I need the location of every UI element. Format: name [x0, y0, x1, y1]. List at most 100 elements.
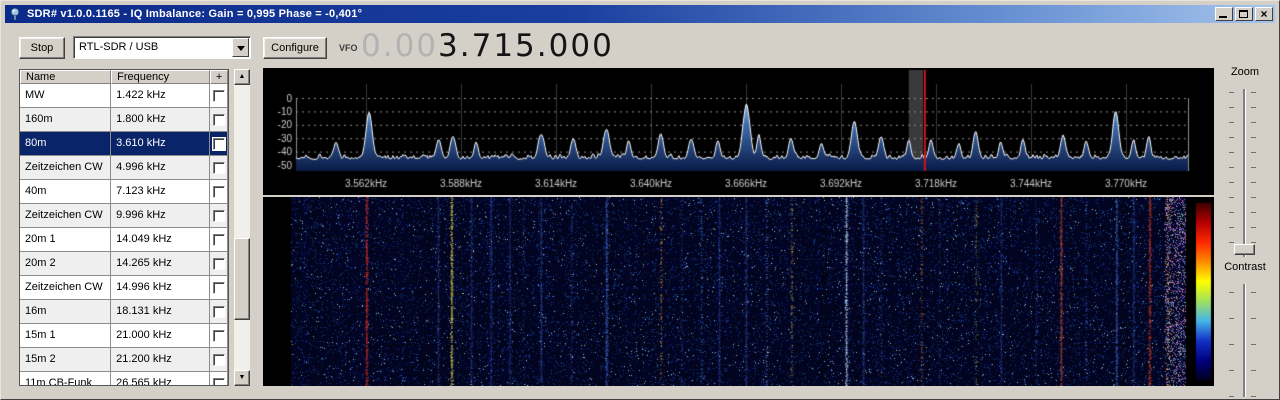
close-button[interactable]: × [1255, 7, 1273, 21]
slider-tick [1229, 370, 1234, 371]
row-checkbox-cell[interactable] [210, 132, 228, 156]
maximize-button[interactable] [1235, 7, 1253, 21]
table-row[interactable]: MW 1.422 kHz [20, 84, 228, 108]
row-name-cell[interactable]: 11m CB-Funk [20, 372, 112, 385]
row-frequency-cell[interactable]: 18.131 kHz [111, 300, 211, 324]
window-title: SDR# v1.0.0.1165 - IQ Imbalance: Gain = … [27, 8, 363, 20]
row-checkbox[interactable] [212, 281, 225, 294]
table-row[interactable]: 16m 18.131 kHz [20, 300, 228, 324]
slider-tick [1251, 318, 1256, 319]
row-name-cell[interactable]: 40m [20, 180, 112, 204]
row-name-cell[interactable]: 80m [20, 132, 112, 156]
row-name-cell[interactable]: 15m 1 [20, 324, 112, 348]
title-bar[interactable]: SDR# v1.0.0.1165 - IQ Imbalance: Gain = … [5, 5, 1275, 23]
table-row[interactable]: 20m 2 14.265 kHz [20, 252, 228, 276]
slider-tick [1229, 396, 1234, 397]
row-frequency-cell[interactable]: 1.800 kHz [111, 108, 211, 132]
slider-tick [1251, 107, 1256, 108]
row-frequency-cell[interactable]: 9.996 kHz [111, 204, 211, 228]
row-checkbox-cell[interactable] [210, 276, 228, 300]
row-frequency-cell[interactable]: 26.565 kHz [111, 372, 211, 385]
row-checkbox-cell[interactable] [210, 156, 228, 180]
zoom-slider-thumb[interactable] [1234, 244, 1255, 255]
row-checkbox-cell[interactable] [210, 300, 228, 324]
vfo-frequency-leading-zeros[interactable]: 0.00 [361, 28, 438, 64]
row-checkbox-cell[interactable] [210, 252, 228, 276]
row-checkbox-cell[interactable] [210, 324, 228, 348]
scroll-down-button[interactable]: ▼ [234, 370, 250, 386]
table-row[interactable]: Zeitzeichen CW 9.996 kHz [20, 204, 228, 228]
row-name-cell[interactable]: 15m 2 [20, 348, 112, 372]
row-name-cell[interactable]: 160m [20, 108, 112, 132]
row-name-cell[interactable]: Zeitzeichen CW [20, 276, 112, 300]
column-header-frequency[interactable]: Frequency [111, 70, 211, 84]
row-frequency-cell[interactable]: 4.996 kHz [111, 156, 211, 180]
row-frequency-cell[interactable]: 3.610 kHz [111, 132, 211, 156]
row-name-cell[interactable]: 16m [20, 300, 112, 324]
row-name-cell[interactable]: 20m 1 [20, 228, 112, 252]
table-row[interactable]: 80m 3.610 kHz [20, 132, 228, 156]
row-checkbox[interactable] [212, 233, 225, 246]
scroll-up-button[interactable]: ▲ [234, 69, 250, 85]
row-checkbox-cell[interactable] [210, 204, 228, 228]
row-name-cell[interactable]: Zeitzeichen CW [20, 156, 112, 180]
row-checkbox[interactable] [212, 89, 225, 102]
row-checkbox-cell[interactable] [210, 228, 228, 252]
table-row[interactable]: Zeitzeichen CW 4.996 kHz [20, 156, 228, 180]
minimize-button[interactable] [1215, 7, 1233, 21]
row-checkbox[interactable] [212, 257, 225, 270]
table-row[interactable]: 15m 2 21.200 kHz [20, 348, 228, 372]
device-select-arrow-button[interactable] [232, 38, 249, 57]
column-header-name[interactable]: Name [20, 70, 112, 84]
column-header-plus[interactable]: + [210, 70, 228, 84]
row-checkbox[interactable] [212, 377, 225, 385]
configure-button[interactable]: Configure [263, 37, 327, 59]
row-checkbox-cell[interactable] [210, 348, 228, 372]
contrast-slider-label: Contrast [1224, 261, 1266, 273]
row-name-cell[interactable]: MW [20, 84, 112, 108]
table-row[interactable]: 40m 7.123 kHz [20, 180, 228, 204]
row-checkbox[interactable] [212, 353, 225, 366]
row-checkbox-cell[interactable] [210, 108, 228, 132]
row-checkbox-cell[interactable] [210, 180, 228, 204]
zoom-slider-label: Zoom [1230, 66, 1260, 78]
scrollbar-thumb[interactable] [234, 238, 250, 320]
row-checkbox[interactable] [212, 329, 225, 342]
row-name-cell[interactable]: 20m 2 [20, 252, 112, 276]
table-row[interactable]: 15m 1 21.000 kHz [20, 324, 228, 348]
row-frequency-cell[interactable]: 21.200 kHz [111, 348, 211, 372]
row-checkbox[interactable] [212, 137, 225, 150]
row-frequency-cell[interactable]: 1.422 kHz [111, 84, 211, 108]
slider-tick [1229, 318, 1234, 319]
table-row[interactable]: Zeitzeichen CW 14.996 kHz [20, 276, 228, 300]
table-row[interactable]: 11m CB-Funk 26.565 kHz [20, 372, 228, 385]
slider-tick [1229, 92, 1234, 93]
row-frequency-cell[interactable]: 21.000 kHz [111, 324, 211, 348]
row-checkbox-cell[interactable] [210, 372, 228, 385]
table-row[interactable]: 160m 1.800 kHz [20, 108, 228, 132]
contrast-slider-track[interactable] [1243, 284, 1246, 397]
row-name-cell[interactable]: Zeitzeichen CW [20, 204, 112, 228]
spectrum-display[interactable] [263, 68, 1214, 195]
row-frequency-cell[interactable]: 7.123 kHz [111, 180, 211, 204]
device-select[interactable]: RTL-SDR / USB [73, 36, 251, 59]
row-checkbox[interactable] [212, 209, 225, 222]
zoom-slider-track[interactable] [1243, 89, 1246, 257]
vfo-frequency-display[interactable]: 0.003.715.000 [361, 28, 614, 64]
stop-button[interactable]: Stop [19, 37, 65, 59]
slider-tick [1251, 197, 1256, 198]
row-checkbox-cell[interactable] [210, 84, 228, 108]
row-frequency-cell[interactable]: 14.049 kHz [111, 228, 211, 252]
table-row[interactable]: 20m 1 14.049 kHz [20, 228, 228, 252]
device-select-value: RTL-SDR / USB [79, 41, 159, 53]
row-checkbox[interactable] [212, 161, 225, 174]
slider-tick [1229, 227, 1234, 228]
row-checkbox[interactable] [212, 113, 225, 126]
row-checkbox[interactable] [212, 305, 225, 318]
table-scrollbar[interactable]: ▲ ▼ [234, 69, 250, 386]
waterfall-display[interactable] [263, 197, 1214, 386]
row-frequency-cell[interactable]: 14.996 kHz [111, 276, 211, 300]
vfo-frequency-value[interactable]: 3.715.000 [438, 28, 614, 64]
row-frequency-cell[interactable]: 14.265 kHz [111, 252, 211, 276]
row-checkbox[interactable] [212, 185, 225, 198]
